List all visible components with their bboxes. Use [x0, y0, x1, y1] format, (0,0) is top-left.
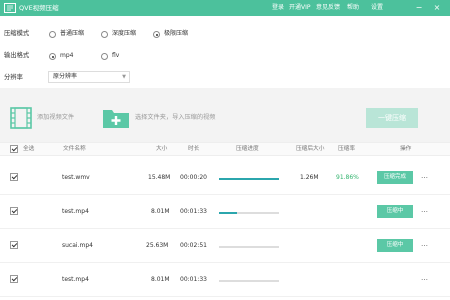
action-bar: 添加视频文件 选择文件夹，导入压缩的视频 一键压缩 — [0, 88, 450, 142]
file-size: 25.63M — [146, 242, 169, 249]
choose-folder-link[interactable]: 选择文件夹，导入压缩的视频 — [135, 113, 215, 123]
file-duration: 00:00:20 — [180, 174, 207, 181]
file-size: 8.01M — [151, 208, 170, 215]
progress-bar — [219, 246, 279, 248]
resolution-label: 分辨率 — [4, 74, 23, 81]
feedback-link[interactable]: 意见反馈 — [316, 3, 340, 13]
settings-link[interactable]: 设置 — [371, 3, 383, 13]
radio-deep-label: 深度压缩 — [112, 30, 137, 37]
compression-ratio: 91.86% — [336, 174, 359, 181]
header-select-all: 全选 — [23, 146, 35, 152]
file-duration: 00:02:51 — [180, 242, 207, 249]
table-row[interactable]: sucai.mp4 25.63M 00:02:51 压缩中 … — [0, 229, 450, 263]
progress-fill — [219, 212, 237, 214]
app-logo-icon — [4, 3, 16, 13]
radio-extreme-compress[interactable] — [153, 31, 160, 38]
file-duration: 00:01:33 — [180, 276, 207, 283]
radio-flv[interactable] — [101, 53, 108, 60]
radio-flv-label: flv — [112, 52, 120, 59]
header-after-size: 压缩后大小 — [296, 146, 325, 152]
progress-bar — [219, 212, 279, 214]
progress-bar — [219, 178, 279, 180]
app-title: QVE视频压缩 — [19, 4, 59, 12]
output-format-label: 输出格式 — [4, 52, 30, 59]
help-link[interactable]: 帮助 — [347, 3, 359, 13]
header-file-name: 文件名称 — [63, 146, 86, 152]
header-actions: 操作 — [400, 146, 412, 152]
settings-panel: 压缩模式 普通压缩 深度压缩 极限压缩 输出格式 mp4 flv 分辨率 原分辨… — [0, 16, 450, 88]
file-name: test.wmv — [62, 174, 90, 181]
resolution-select[interactable]: 原分辨率 ▼ — [48, 71, 130, 83]
file-name: sucai.mp4 — [62, 242, 93, 249]
progress-fill — [219, 178, 279, 180]
file-size: 15.48M — [148, 174, 171, 181]
chevron-down-icon: ▼ — [122, 74, 126, 80]
login-link[interactable]: 登录 — [272, 3, 284, 13]
compress-status-button[interactable]: 压缩中 — [377, 239, 413, 252]
more-options-icon[interactable]: … — [421, 239, 428, 249]
file-duration: 00:01:33 — [180, 208, 207, 215]
table-header: 全选 文件名称 大小 时长 压缩进度 压缩后大小 压缩率 操作 — [0, 142, 450, 156]
row-checkbox[interactable] — [10, 173, 18, 181]
more-options-icon[interactable]: … — [421, 171, 428, 181]
add-folder-icon[interactable] — [102, 107, 130, 129]
radio-extreme-label: 极限压缩 — [164, 30, 189, 37]
file-table: 全选 文件名称 大小 时长 压缩进度 压缩后大小 压缩率 操作 test.wmv… — [0, 142, 450, 300]
more-options-icon[interactable]: … — [421, 205, 428, 215]
file-size: 8.01M — [151, 276, 170, 283]
table-row[interactable]: test.mp4 8.01M 00:01:33 … — [0, 263, 450, 297]
close-icon[interactable]: × — [432, 2, 442, 14]
compressed-size: 1.26M — [300, 174, 319, 181]
file-name: test.mp4 — [62, 208, 89, 215]
header-size: 大小 — [156, 146, 168, 152]
radio-mp4-label: mp4 — [60, 52, 74, 59]
radio-normal-compress[interactable] — [49, 31, 56, 38]
radio-normal-label: 普通压缩 — [60, 30, 85, 37]
row-checkbox[interactable] — [10, 207, 18, 215]
select-all-checkbox[interactable] — [10, 145, 18, 153]
radio-deep-compress[interactable] — [101, 31, 108, 38]
row-checkbox[interactable] — [10, 241, 18, 249]
more-options-icon[interactable]: … — [421, 273, 428, 283]
file-name: test.mp4 — [62, 276, 89, 283]
row-checkbox[interactable] — [10, 275, 18, 283]
header-progress: 压缩进度 — [236, 146, 259, 152]
table-row[interactable]: test.wmv 15.48M 00:00:20 1.26M 91.86% 压缩… — [0, 161, 450, 195]
radio-mp4[interactable] — [49, 53, 56, 60]
resolution-value: 原分辨率 — [53, 73, 78, 80]
table-row[interactable]: test.mp4 8.01M 00:01:33 压缩中 … — [0, 195, 450, 229]
progress-bar — [219, 280, 279, 282]
video-file-icon[interactable] — [10, 107, 32, 129]
minimize-icon[interactable]: − — [414, 2, 424, 14]
compress-status-button[interactable]: 压缩中 — [377, 205, 413, 218]
header-duration: 时长 — [188, 146, 200, 152]
add-video-file-link[interactable]: 添加视频文件 — [37, 113, 74, 123]
vip-link[interactable]: 开通VIP — [289, 3, 311, 13]
compress-mode-label: 压缩模式 — [4, 30, 30, 37]
compress-status-button[interactable]: 压缩完成 — [377, 171, 413, 184]
one-click-compress-button[interactable]: 一键压缩 — [366, 108, 418, 128]
header-ratio: 压缩率 — [338, 146, 356, 152]
title-bar: QVE视频压缩 登录 开通VIP 意见反馈 帮助 设置 − × — [0, 0, 450, 16]
